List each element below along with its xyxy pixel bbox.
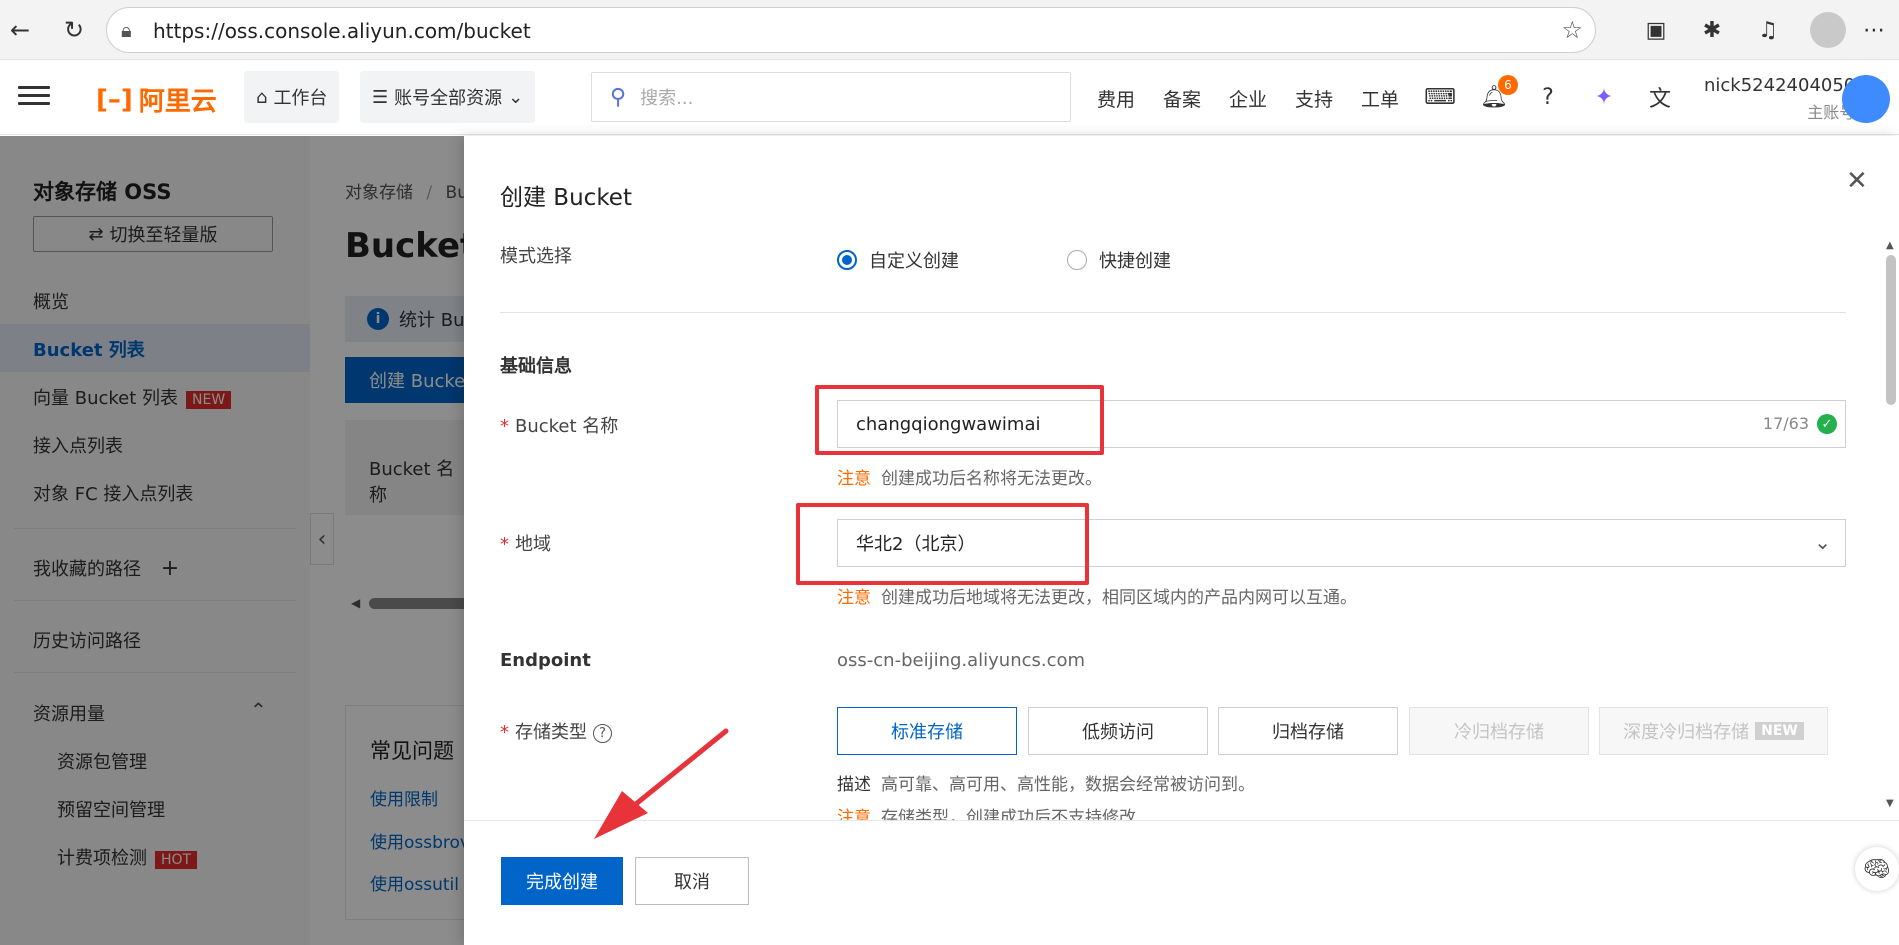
storage-standard-option[interactable]: 标准存储 bbox=[837, 707, 1017, 755]
close-icon[interactable]: ✕ bbox=[1846, 166, 1868, 196]
search-icon: ⚲ bbox=[610, 84, 627, 110]
annotation-box-region bbox=[796, 503, 1089, 585]
lock-icon: 🔒︎ bbox=[121, 18, 132, 42]
help-icon[interactable]: ? bbox=[1532, 81, 1564, 113]
resources-dropdown[interactable]: ☰ 账号全部资源 ⌄ bbox=[360, 71, 536, 123]
mode-label: 模式选择 bbox=[500, 246, 572, 267]
language-icon[interactable]: 文 bbox=[1644, 81, 1676, 113]
check-circle-icon: ✓ bbox=[1817, 414, 1837, 434]
ai-helper-icon[interactable]: 🧠︎ bbox=[1855, 847, 1899, 891]
endpoint-value: oss-cn-beijing.aliyuncs.com bbox=[837, 650, 1086, 671]
annotation-box-name bbox=[815, 385, 1104, 455]
nav-fees[interactable]: 费用 bbox=[1097, 85, 1135, 112]
radio-unchecked-icon bbox=[1067, 250, 1087, 270]
required-mark: * bbox=[500, 416, 509, 437]
extension-icon[interactable]: ▣ bbox=[1640, 14, 1672, 46]
storage-deep-cold-option: 深度冷归档存储 NEW bbox=[1599, 707, 1828, 755]
storage-cold-archive-option: 冷归档存储 bbox=[1409, 707, 1589, 755]
confirm-create-button[interactable]: 完成创建 bbox=[501, 857, 623, 905]
workbench-button[interactable]: ⌂ 工作台 bbox=[244, 71, 340, 123]
avatar[interactable] bbox=[1842, 75, 1890, 123]
home-icon: ⌂ bbox=[256, 86, 268, 108]
chevron-down-icon: ⌄ bbox=[508, 86, 524, 108]
storage-description: 描述 高可靠、高可用、高性能，数据会经常被访问到。 bbox=[837, 775, 1255, 795]
storage-archive-option[interactable]: 归档存储 bbox=[1218, 707, 1398, 755]
endpoint-label: Endpoint bbox=[500, 650, 591, 671]
char-count: 17/63 bbox=[1762, 414, 1809, 433]
aliyun-logo[interactable]: [–] 阿里云 bbox=[96, 81, 217, 118]
stack-icon: ☰ bbox=[372, 86, 389, 108]
logo-icon: [–] bbox=[96, 84, 133, 115]
ai-assistant-icon[interactable]: ✦ bbox=[1588, 81, 1620, 113]
radio-quick-create[interactable]: 快捷创建 bbox=[1067, 247, 1171, 273]
scrollbar-thumb[interactable] bbox=[1886, 255, 1896, 405]
drawer-title: 创建 Bucket bbox=[500, 185, 632, 211]
basic-info-heading: 基础信息 bbox=[500, 356, 572, 377]
more-icon[interactable]: ⋯ bbox=[1858, 14, 1890, 46]
nav-enterprise[interactable]: 企业 bbox=[1229, 85, 1267, 112]
star-icon[interactable]: ☆ bbox=[1561, 16, 1583, 44]
name-note: 注意 创建成功后名称将无法更改。 bbox=[837, 469, 1102, 489]
annotation-arrow-icon bbox=[594, 728, 729, 839]
required-mark: * bbox=[500, 534, 509, 555]
scroll-down-icon[interactable]: ▼ bbox=[1886, 798, 1894, 809]
nav-support[interactable]: 支持 bbox=[1295, 85, 1333, 112]
back-icon[interactable]: ← bbox=[4, 14, 36, 46]
cancel-button[interactable]: 取消 bbox=[635, 857, 749, 905]
search-input[interactable]: ⚲ 搜索... bbox=[591, 72, 1071, 122]
nav-tickets[interactable]: 工单 bbox=[1361, 85, 1399, 112]
reload-icon[interactable]: ↻ bbox=[58, 14, 90, 46]
menu-icon[interactable] bbox=[18, 81, 50, 113]
address-bar[interactable]: 🔒︎ https://oss.console.aliyun.com/bucket… bbox=[106, 7, 1596, 53]
notification-badge: 6 bbox=[1498, 75, 1518, 95]
region-label: * 地域 bbox=[500, 534, 551, 555]
storage-note: 注意 存储类型，创建成功后不支持修改 bbox=[837, 808, 1136, 821]
user-info[interactable]: nick5242404050 主账号 bbox=[1704, 72, 1855, 126]
bucket-name-label: * Bucket 名称 bbox=[500, 416, 619, 437]
console-header: [–] 阿里云 ⌂ 工作台 ☰ 账号全部资源 ⌄ ⚲ 搜索... 费用 备案 企… bbox=[0, 61, 1899, 135]
new-badge: NEW bbox=[1755, 722, 1804, 740]
terminal-icon[interactable]: ⌨ bbox=[1424, 81, 1456, 113]
radio-checked-icon bbox=[837, 250, 857, 270]
puzzle-icon[interactable]: ✱ bbox=[1696, 14, 1728, 46]
url-text: https://oss.console.aliyun.com/bucket bbox=[153, 19, 531, 43]
divider bbox=[500, 312, 1846, 313]
required-mark: * bbox=[500, 722, 509, 743]
nav-icp[interactable]: 备案 bbox=[1163, 85, 1201, 112]
scroll-up-icon[interactable]: ▲ bbox=[1886, 240, 1894, 251]
media-icon[interactable]: ♫ bbox=[1752, 14, 1784, 46]
region-note: 注意 创建成功后地域将无法更改，相同区域内的产品内网可以互通。 bbox=[837, 588, 1357, 608]
chevron-down-icon: ⌄ bbox=[1814, 530, 1831, 554]
browser-profile-icon[interactable] bbox=[1810, 12, 1846, 48]
radio-custom-create[interactable]: 自定义创建 bbox=[837, 247, 959, 273]
storage-ia-option[interactable]: 低频访问 bbox=[1028, 707, 1208, 755]
